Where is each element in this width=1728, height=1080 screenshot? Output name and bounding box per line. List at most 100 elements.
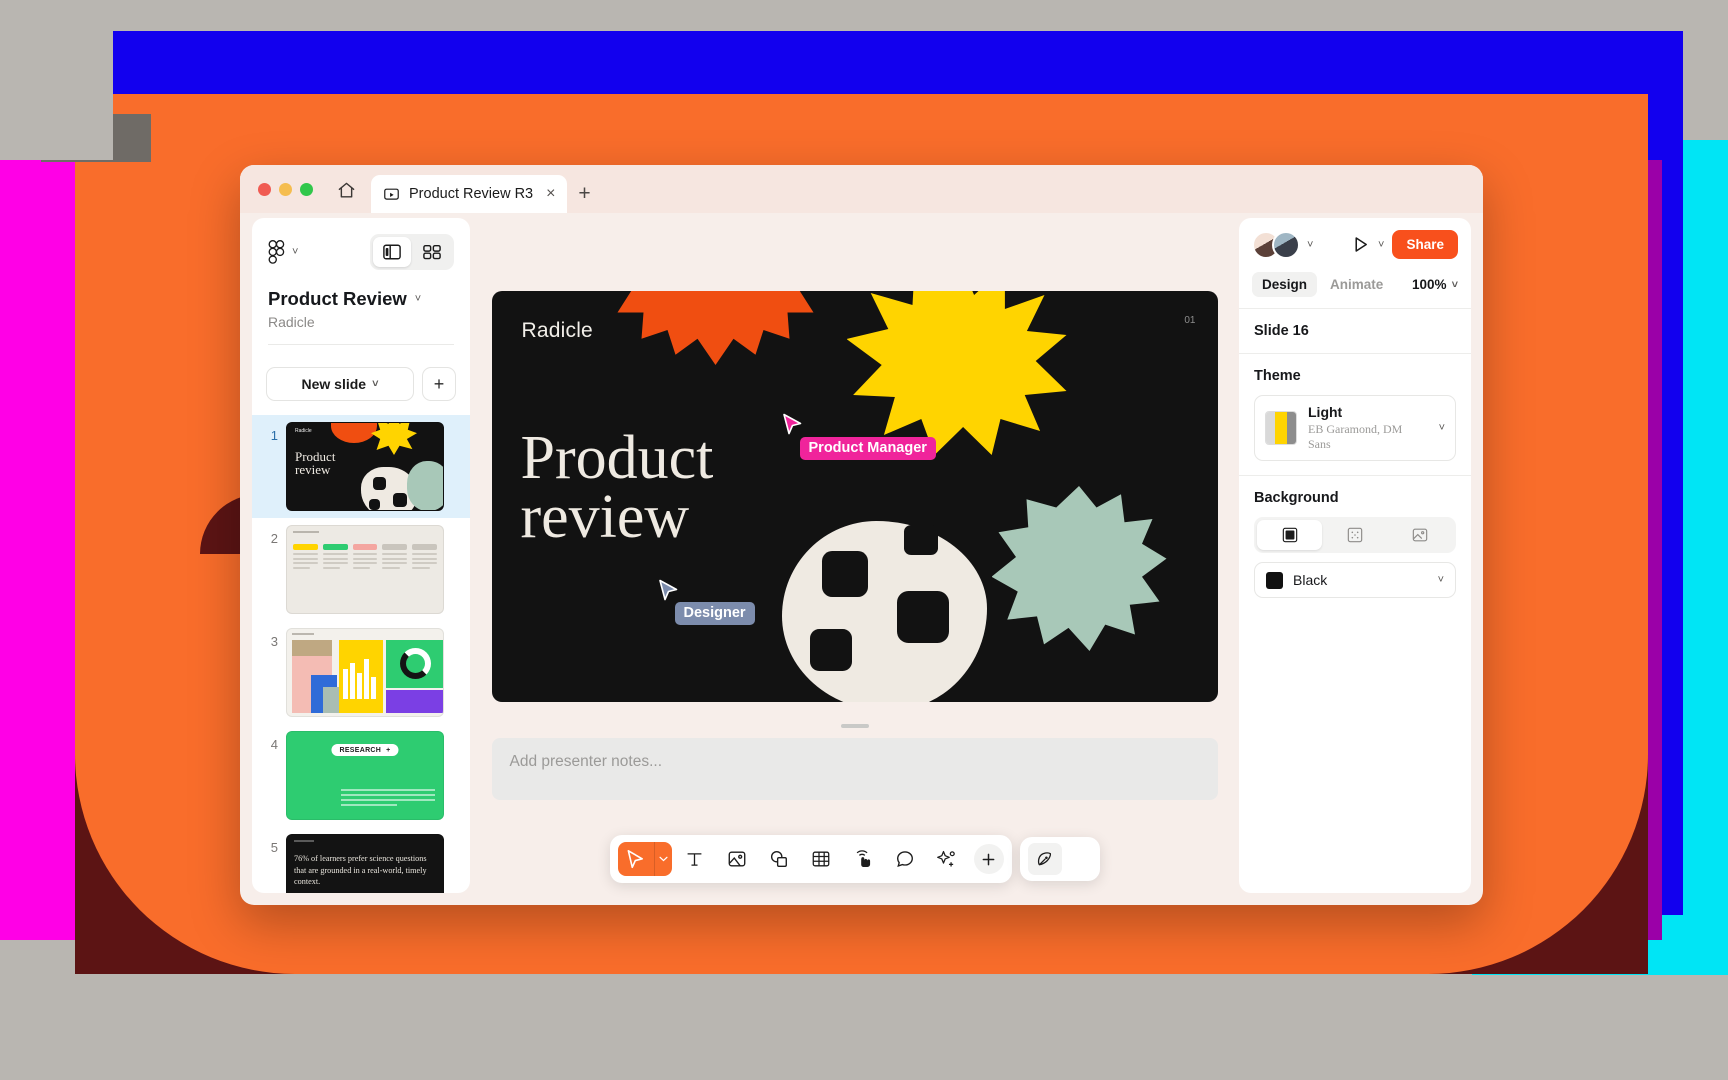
slide-thumbnail-3[interactable]: 3 xyxy=(252,621,470,724)
browser-titlebar: Product Review R3 × + xyxy=(240,165,1483,213)
research-label: RESEARCH xyxy=(339,746,382,754)
image-tool-button[interactable] xyxy=(718,841,756,877)
slide-number: 3 xyxy=(270,634,278,649)
text-icon xyxy=(685,850,704,869)
avatar[interactable] xyxy=(1272,230,1300,259)
pattern-fill-icon xyxy=(1347,527,1363,543)
chevron-down-icon[interactable]: ˅ xyxy=(1307,239,1313,251)
deco-orange-burst xyxy=(331,423,377,443)
chevron-down-icon: ˅ xyxy=(414,293,422,305)
tab-design[interactable]: Design xyxy=(1252,272,1318,297)
ai-tool-button[interactable] xyxy=(928,841,966,877)
app-logo-menu[interactable]: ˅ xyxy=(268,240,298,264)
select-tool-chevron-icon[interactable] xyxy=(653,842,672,876)
slide-thumbnail-1[interactable]: 1 Radicle Product review xyxy=(252,415,470,518)
new-slide-label: New slide xyxy=(301,376,367,392)
plus-icon: + xyxy=(386,746,391,754)
deco-yellow-burst xyxy=(846,291,1067,455)
share-button[interactable]: Share xyxy=(1392,230,1458,259)
sparkle-icon xyxy=(936,849,957,870)
new-slide-row: New slide ˅ + xyxy=(252,355,470,413)
figma-icon xyxy=(268,240,285,264)
slide-canvas[interactable]: Radicle 01 Product review Product Manage… xyxy=(491,291,1218,702)
thumb-research-pill: RESEARCH + xyxy=(331,744,399,756)
present-options-chevron-icon[interactable]: ˅ xyxy=(1378,239,1384,251)
thumb-body-text: 76% of learners prefer science questions… xyxy=(294,854,427,887)
divider xyxy=(268,344,454,345)
notes-drag-handle[interactable] xyxy=(840,724,869,728)
deck-title-row[interactable]: Product Review ˅ xyxy=(268,288,454,310)
minimize-window-button[interactable] xyxy=(279,182,292,196)
thumb-title: Product review xyxy=(295,449,336,478)
background-image-tab[interactable] xyxy=(1388,520,1453,550)
background-color-selector[interactable]: Black ˅ xyxy=(1254,562,1456,598)
text-tool-button[interactable] xyxy=(676,841,714,877)
headline-line-1: Product xyxy=(520,424,714,492)
select-tool-button[interactable] xyxy=(617,842,672,876)
tab-animate[interactable]: Animate xyxy=(1320,272,1393,297)
presenter-notes-input[interactable]: Add presenter notes... xyxy=(491,738,1218,800)
slide-thumbnail-preview: Radicle Product review xyxy=(286,422,444,511)
panel-tabs: Design Animate 100% ˅ xyxy=(1252,272,1458,308)
slide-thumbnail-5[interactable]: 5 76% of learners prefer science questio… xyxy=(252,827,470,893)
headline-line-2: review xyxy=(520,482,690,551)
close-window-button[interactable] xyxy=(258,182,271,196)
slide-thumbnail-preview xyxy=(286,525,444,614)
window-controls[interactable] xyxy=(252,165,323,213)
close-tab-icon[interactable]: × xyxy=(546,186,555,202)
background-type-tabs xyxy=(1254,517,1456,553)
deco-green-blob xyxy=(407,461,443,510)
slide-number: 2 xyxy=(270,531,278,546)
new-slide-button[interactable]: New slide ˅ xyxy=(266,367,414,401)
deco-white-blob xyxy=(781,521,987,702)
bottom-toolbar-row xyxy=(470,835,1239,883)
play-icon[interactable] xyxy=(1351,235,1370,254)
chevron-down-icon: ˅ xyxy=(1438,422,1445,434)
properties-panel-header: ˅ ˅ Share Design Animate 100% ˅ xyxy=(1239,218,1471,308)
add-slide-button[interactable]: + xyxy=(422,367,456,401)
table-tool-button[interactable] xyxy=(802,841,840,877)
slide-thumbnail-preview: RESEARCH + xyxy=(286,731,444,820)
properties-panel: ˅ ˅ Share Design Animate 100% ˅ Slide 16… xyxy=(1239,218,1471,893)
sidebar-header: ˅ Product Review ˅ Radicle xyxy=(252,218,470,355)
slide-thumbnail-preview xyxy=(286,628,444,717)
slide-thumbnail-2[interactable]: 2 xyxy=(252,518,470,621)
tab-title: Product Review R3 xyxy=(409,186,534,202)
more-tools-button[interactable] xyxy=(973,844,1004,874)
deco-yellow-burst xyxy=(371,423,417,455)
view-mode-grid-button[interactable] xyxy=(413,237,451,267)
background-section: Background Black ˅ xyxy=(1239,476,1471,612)
pen-pointer-tool-button[interactable] xyxy=(1027,843,1062,875)
background-pattern-tab[interactable] xyxy=(1322,520,1387,550)
view-mode-toggle[interactable] xyxy=(370,234,454,270)
chevron-down-icon: ˅ xyxy=(372,378,379,390)
interactive-tool-button[interactable] xyxy=(844,841,882,877)
slide-label: Slide 16 xyxy=(1254,323,1309,339)
pen-pointer-icon xyxy=(1035,850,1054,869)
slide-thumbnail-4[interactable]: 4 RESEARCH + xyxy=(252,724,470,827)
view-mode-list-button[interactable] xyxy=(373,237,411,267)
new-tab-button[interactable]: + xyxy=(567,175,601,213)
slide-brand: Radicle xyxy=(521,319,593,342)
collaborator-avatars[interactable]: ˅ xyxy=(1252,230,1313,259)
slide-page-number: 01 xyxy=(1184,315,1196,326)
shape-tool-button[interactable] xyxy=(760,841,798,877)
slide-headline: Product review xyxy=(521,427,714,548)
background-solid-tab[interactable] xyxy=(1257,520,1323,550)
deco-orange-burst xyxy=(615,291,816,365)
deco-grey-bottom xyxy=(560,975,1728,1080)
annotation-toolbar-slot[interactable] xyxy=(1062,843,1092,875)
zoom-level-selector[interactable]: 100% ˅ xyxy=(1412,277,1458,292)
browser-tab[interactable]: Product Review R3 × xyxy=(371,175,568,213)
theme-selector[interactable]: Light EB Garamond, DM Sans ˅ xyxy=(1254,395,1456,461)
screenshot-stage: Product Review R3 × + ˅ Product Review ˅… xyxy=(0,0,1728,1080)
comment-tool-button[interactable] xyxy=(886,841,924,877)
background-color-name: Black xyxy=(1293,572,1328,588)
image-fill-icon xyxy=(1412,527,1428,543)
slide-thumbnail-list: 1 Radicle Product review 2 3 4 RESEARCH … xyxy=(252,413,470,893)
home-icon[interactable] xyxy=(329,173,363,207)
presentation-icon xyxy=(383,186,400,203)
maximize-window-button[interactable] xyxy=(300,182,313,196)
cursor-arrow-icon[interactable] xyxy=(618,842,654,876)
zoom-level-value: 100% xyxy=(1412,277,1447,292)
